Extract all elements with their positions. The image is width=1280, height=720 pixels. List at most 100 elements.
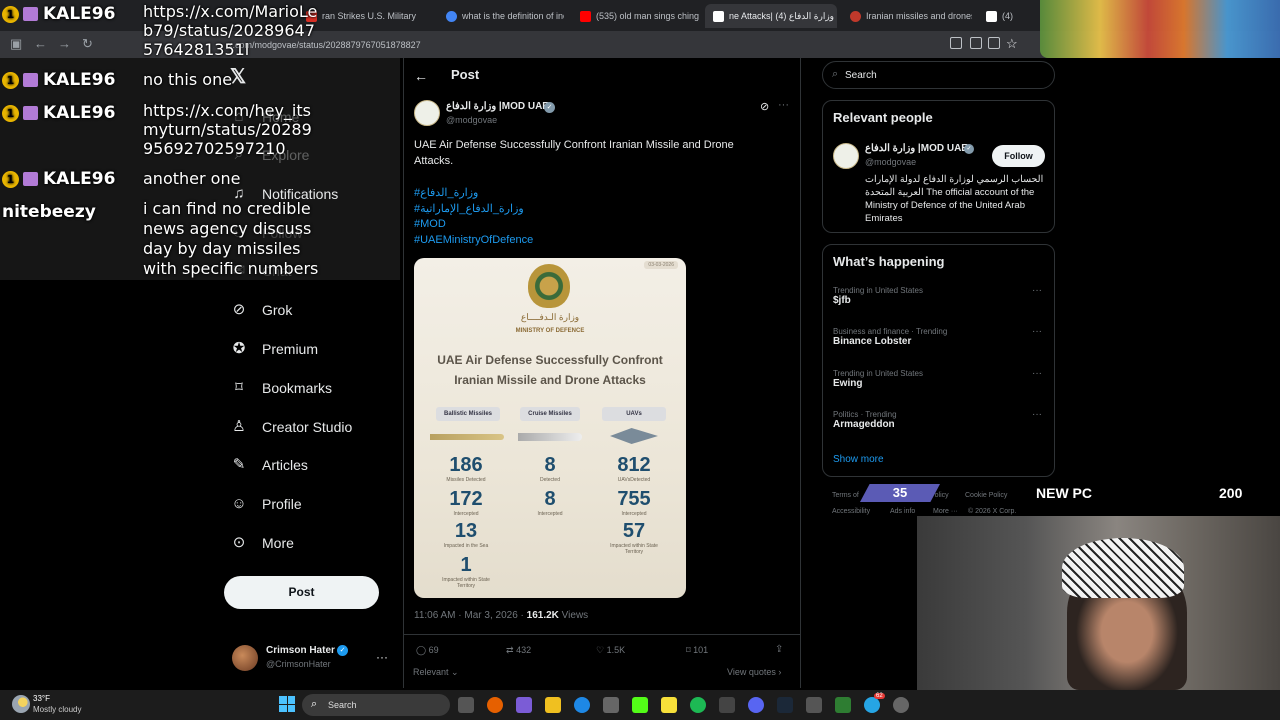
share-icon[interactable]: ⇪ bbox=[775, 644, 783, 655]
footer-link[interactable]: Terms of bbox=[832, 492, 859, 499]
search-box[interactable]: ⌕ Search bbox=[822, 61, 1055, 89]
trend-item[interactable]: Business and finance · Trending Binance L… bbox=[833, 327, 947, 347]
sort-replies-dropdown[interactable]: Relevant ⌄ bbox=[413, 667, 459, 678]
sidebar-toggle-icon[interactable]: ▣ bbox=[10, 36, 22, 52]
hashtag-link[interactable]: #وزارة_الدفاع_الإماراتية bbox=[414, 202, 524, 215]
like-button[interactable]: ♡ 1.5K bbox=[596, 645, 625, 656]
sidebar-item-articles[interactable]: ✎ Articles bbox=[230, 456, 308, 474]
cruise-missile-icon bbox=[518, 433, 582, 441]
follow-button[interactable]: Follow bbox=[992, 145, 1045, 167]
reload-icon[interactable]: ↻ bbox=[82, 36, 93, 52]
browser-tab[interactable]: Iranian missiles and drones✕ bbox=[842, 4, 972, 28]
youtube-favicon-icon bbox=[580, 10, 591, 22]
back-arrow-icon[interactable]: ← bbox=[414, 68, 428, 84]
discord-icon[interactable] bbox=[748, 697, 764, 713]
grok-explain-icon[interactable]: ⊘ bbox=[760, 100, 769, 113]
trend-item[interactable]: Trending in United States $jfb bbox=[833, 286, 923, 306]
trend-item[interactable]: Trending in United States Ewing bbox=[833, 369, 923, 389]
account-menu-icon[interactable]: ··· bbox=[376, 650, 388, 664]
bookmark-star-icon[interactable]: ☆ bbox=[1006, 36, 1018, 52]
browser-tab[interactable]: (4) bbox=[978, 4, 1038, 28]
telegram-icon[interactable] bbox=[864, 697, 880, 713]
kick-icon[interactable] bbox=[632, 697, 648, 713]
footer-link[interactable]: Cookie Policy bbox=[965, 492, 1007, 499]
sidebar-item-follow[interactable]: ⚇ Follow bbox=[230, 224, 302, 242]
footer-link[interactable]: Accessibility bbox=[832, 508, 870, 515]
sidebar-item-home[interactable]: ⌂ Home bbox=[230, 108, 299, 126]
browser-tab[interactable]: (535) old man sings ching c✕ bbox=[572, 4, 700, 28]
trend-menu-icon[interactable]: ··· bbox=[1032, 326, 1042, 337]
trend-menu-icon[interactable]: ··· bbox=[1032, 368, 1042, 379]
hashtag-link[interactable]: #UAEMinistryOfDefence bbox=[414, 234, 533, 246]
back-icon[interactable]: ← bbox=[34, 36, 47, 51]
repost-button[interactable]: ⇄ 432 bbox=[506, 645, 531, 656]
settings-icon[interactable] bbox=[893, 697, 909, 713]
footer-link[interactable]: Ads info bbox=[890, 508, 915, 515]
browser-tab[interactable]: what is the definition of inc✕ bbox=[438, 4, 564, 28]
hashtag-link[interactable]: #MOD bbox=[414, 218, 446, 230]
person-avatar[interactable] bbox=[833, 143, 859, 169]
notes-icon[interactable] bbox=[661, 697, 677, 713]
stat: 172 Intercepted bbox=[449, 488, 483, 517]
sidebar-item-chat[interactable]: ✉ Chat bbox=[230, 262, 292, 280]
app-icon[interactable] bbox=[835, 697, 851, 713]
gift-badge-icon bbox=[23, 73, 38, 87]
view-quotes-link[interactable]: View quotes › bbox=[727, 667, 781, 677]
x-logo-icon[interactable]: 𝕏 bbox=[230, 64, 246, 89]
person-name[interactable]: وزارة الدفاع |MOD UAE bbox=[865, 143, 968, 154]
footer-link[interactable]: More ··· bbox=[933, 508, 958, 515]
sidebar-item-more[interactable]: ⊙ More bbox=[230, 534, 294, 552]
sidebar-item-bookmarks[interactable]: ⌑ Bookmarks bbox=[230, 379, 332, 397]
webcam-feed bbox=[917, 516, 1280, 690]
sidebar-item-premium[interactable]: ✪ Premium bbox=[230, 340, 318, 358]
sidebar-item-explore[interactable]: ⌕ Explore bbox=[230, 146, 310, 164]
firefox-icon[interactable] bbox=[487, 697, 503, 713]
post-menu-icon[interactable]: ··· bbox=[778, 99, 789, 111]
bookmark-icon: ⌑ bbox=[686, 645, 691, 655]
trend-menu-icon[interactable]: ··· bbox=[1032, 285, 1042, 296]
sidebar-item-notifications[interactable]: ♫ Notifications bbox=[230, 185, 338, 203]
repost-icon: ⇄ bbox=[506, 645, 514, 655]
file-explorer-icon[interactable] bbox=[545, 697, 561, 713]
trend-menu-icon[interactable]: ··· bbox=[1032, 409, 1042, 420]
post-image[interactable]: 03-03-2026 وزارة الـدفــــاع MINISTRY OF… bbox=[414, 258, 686, 598]
hashtag-link[interactable]: #وزارة_الدفاع bbox=[414, 186, 478, 199]
sidebar-item-profile[interactable]: ☺ Profile bbox=[230, 495, 301, 513]
windows-start-icon[interactable] bbox=[279, 696, 295, 712]
store-icon[interactable] bbox=[603, 697, 619, 713]
author-avatar[interactable] bbox=[414, 100, 440, 126]
taskbar-search[interactable]: ⌕ Search bbox=[302, 694, 450, 716]
steam-icon[interactable] bbox=[777, 697, 793, 713]
pip-icon[interactable] bbox=[988, 37, 1000, 49]
goal-target: 200 bbox=[1219, 485, 1243, 501]
author-handle[interactable]: @modgovae bbox=[446, 115, 497, 125]
post-text: UAE Air Defense Successfully Confront Ir… bbox=[414, 139, 734, 167]
heart-icon: ♡ bbox=[596, 645, 605, 655]
chat-author: 1 KALE96 bbox=[2, 4, 115, 24]
stat: 1 Impacted within State Territory bbox=[442, 554, 490, 589]
show-more-link[interactable]: Show more bbox=[833, 454, 884, 465]
edge-icon[interactable] bbox=[574, 697, 590, 713]
sidebar-item-grok[interactable]: ⊘ Grok bbox=[230, 301, 293, 319]
task-view-icon[interactable] bbox=[458, 697, 474, 713]
sidebar-item-creator-studio[interactable]: ♙ Creator Studio bbox=[230, 418, 352, 436]
bookmark-button[interactable]: ⌑ 101 bbox=[686, 645, 708, 656]
spotify-icon[interactable] bbox=[690, 697, 706, 713]
column-header: Cruise Missiles bbox=[520, 407, 580, 421]
copilot-icon[interactable] bbox=[516, 697, 532, 713]
forward-icon[interactable]: → bbox=[58, 36, 71, 51]
reply-button[interactable]: ◯ 69 bbox=[416, 645, 439, 656]
ministry-arabic: وزارة الـدفــــاع bbox=[520, 312, 580, 322]
author-name[interactable]: وزارة الدفاع |MOD UAE bbox=[446, 101, 549, 112]
trend-item[interactable]: Politics · Trending Armageddon bbox=[833, 410, 897, 430]
url-field[interactable]: x.com/modgovae/status/202887976705187882… bbox=[228, 36, 958, 54]
goal-progress-count: 35 bbox=[860, 484, 940, 502]
browser-tab-active[interactable]: ne Attacks| وزارة الدفاع (4)✕ bbox=[705, 4, 837, 28]
search-input[interactable]: Search bbox=[845, 70, 877, 81]
app-icon[interactable] bbox=[806, 697, 822, 713]
post-button[interactable]: Post bbox=[224, 576, 379, 609]
avatar[interactable] bbox=[232, 645, 258, 671]
reader-view-icon[interactable] bbox=[950, 37, 962, 49]
app-icon[interactable] bbox=[719, 697, 735, 713]
translate-icon[interactable] bbox=[970, 37, 982, 49]
